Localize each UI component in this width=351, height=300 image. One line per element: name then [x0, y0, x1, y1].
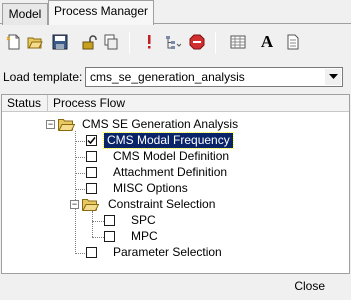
new-icon[interactable] — [5, 33, 23, 51]
collapse-icon[interactable]: − — [46, 120, 55, 129]
toolbar-separator — [215, 32, 216, 54]
process-tree: Status Process Flow − CMS SE Generation … — [1, 94, 350, 274]
table-icon[interactable] — [229, 33, 247, 51]
open-folder-icon — [58, 119, 75, 131]
process-manager-panel: Model Process Manager A Load template: c… — [0, 0, 351, 300]
tree-connector — [75, 131, 76, 254]
tree-list-icon[interactable] — [164, 33, 182, 51]
toolbar: A — [1, 26, 350, 62]
tree-item-label: CMS Model Definition — [113, 149, 230, 163]
tab-model[interactable]: Model — [2, 3, 48, 25]
open-icon[interactable] — [26, 33, 44, 51]
tree-item-cms-model-definition[interactable]: CMS Model Definition — [86, 149, 246, 165]
tree-connector — [92, 221, 104, 222]
tree-item-label: Parameter Selection — [113, 245, 222, 259]
save-icon[interactable] — [51, 33, 69, 51]
tree-root-label: CMS SE Generation Analysis — [82, 117, 239, 131]
tree-item-mpc[interactable]: MPC — [104, 229, 184, 245]
close-button[interactable]: Close — [292, 279, 327, 293]
toolbar-separator — [129, 32, 130, 54]
tree-item-label: Attachment Definition — [113, 165, 228, 179]
tree-item-label: CMS Modal Frequency — [103, 132, 234, 149]
open-folder-icon — [82, 199, 99, 211]
tree-item-spc[interactable]: SPC — [104, 213, 184, 229]
column-header-process-flow[interactable]: Process Flow — [48, 95, 168, 112]
checkbox[interactable] — [86, 183, 97, 194]
tab-process-manager[interactable]: Process Manager — [48, 0, 154, 25]
load-template-dropdown[interactable]: cms_se_generation_analysis — [85, 67, 343, 87]
footer: Close — [0, 274, 351, 300]
checkbox[interactable] — [104, 231, 115, 242]
load-template-value: cms_se_generation_analysis — [90, 70, 245, 84]
checkbox[interactable] — [104, 215, 115, 226]
copy-icon[interactable] — [102, 33, 120, 51]
load-template-label: Load template: — [3, 70, 83, 84]
chevron-down-icon[interactable] — [325, 69, 341, 85]
tab-bar: Model Process Manager — [0, 0, 351, 25]
tree-connector — [92, 211, 93, 237]
tree-header: Status Process Flow — [2, 95, 349, 112]
load-template-row: Load template: cms_se_generation_analysi… — [0, 62, 351, 90]
tree-item-label: MPC — [131, 229, 158, 243]
tree-item-attachment-definition[interactable]: Attachment Definition — [86, 165, 246, 181]
tree-item-constraint-selection[interactable]: − Constraint Selection — [70, 197, 260, 213]
tree-item-cms-modal-frequency[interactable]: CMS Modal Frequency — [86, 132, 246, 149]
column-header-status[interactable]: Status — [2, 95, 48, 112]
checkbox-checked[interactable] — [86, 135, 97, 146]
unlock-icon[interactable] — [80, 33, 98, 51]
tree-item-label: MISC Options — [113, 181, 188, 195]
exclamation-icon[interactable] — [140, 33, 158, 51]
document-icon[interactable] — [284, 33, 302, 51]
tree-item-misc-options[interactable]: MISC Options — [86, 181, 246, 197]
collapse-icon[interactable]: − — [70, 200, 79, 209]
tree-item-label: SPC — [131, 213, 156, 227]
checkbox[interactable] — [86, 151, 97, 162]
checkbox[interactable] — [86, 247, 97, 258]
tree-item-parameter-selection[interactable]: Parameter Selection — [86, 245, 256, 261]
checkbox[interactable] — [86, 167, 97, 178]
tree-item-label: Constraint Selection — [108, 197, 216, 211]
tree-root[interactable]: − CMS SE Generation Analysis — [46, 117, 276, 133]
stop-icon[interactable] — [188, 33, 206, 51]
text-font-icon[interactable]: A — [258, 32, 276, 51]
tree-connector — [92, 237, 104, 238]
